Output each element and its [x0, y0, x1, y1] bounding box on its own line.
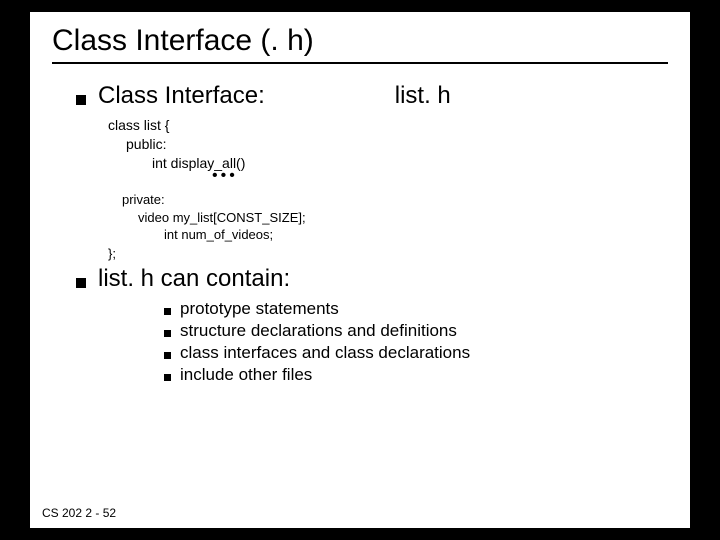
code-line: video my_list[CONST_SIZE]; [138, 209, 668, 227]
code-block-private: private: video my_list[CONST_SIZE]; int … [122, 191, 668, 244]
square-bullet-icon [164, 352, 171, 359]
code-closing-brace: }; [108, 246, 668, 261]
list-item-label: class interfaces and class declarations [180, 343, 470, 363]
code-block-public: class list { public: int display_all() [108, 116, 668, 173]
code-line: private: [122, 191, 668, 209]
section-2-heading: list. h can contain: [98, 265, 290, 293]
list-item-label: prototype statements [180, 299, 339, 319]
code-line: int num_of_videos; [164, 226, 668, 244]
list-item: prototype statements [164, 299, 668, 319]
slide-title: Class Interface (. h) [52, 24, 668, 64]
list-item: structure declarations and definitions [164, 321, 668, 341]
code-line: public: [126, 135, 668, 154]
list-item: include other files [164, 365, 668, 385]
slide: Class Interface (. h) Class Interface: l… [30, 12, 690, 528]
square-bullet-icon [164, 308, 171, 315]
section-2-list: prototype statements structure declarati… [164, 299, 668, 385]
square-bullet-icon [76, 278, 86, 288]
filename-label: list. h [395, 82, 451, 110]
list-item-label: structure declarations and definitions [180, 321, 457, 341]
list-item-label: include other files [180, 365, 312, 385]
square-bullet-icon [164, 330, 171, 337]
ellipsis-icon: ••• [212, 169, 668, 183]
section-2-header: list. h can contain: [76, 265, 668, 293]
section-1-heading: Class Interface: [98, 82, 265, 110]
code-line: class list { [108, 116, 668, 135]
square-bullet-icon [164, 374, 171, 381]
section-1-header: Class Interface: list. h [76, 82, 668, 110]
square-bullet-icon [76, 95, 86, 105]
slide-footer: CS 202 2 - 52 [42, 506, 116, 520]
list-item: class interfaces and class declarations [164, 343, 668, 363]
